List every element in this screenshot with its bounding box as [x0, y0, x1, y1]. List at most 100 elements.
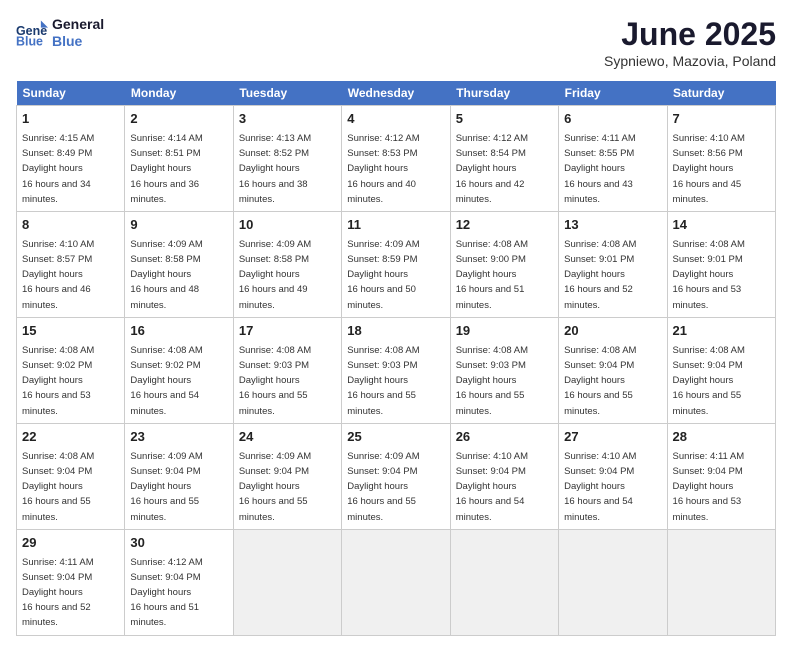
day-info: Sunrise: 4:15 AMSunset: 8:49 PMDaylight …: [22, 133, 94, 205]
day-info: Sunrise: 4:12 AMSunset: 8:54 PMDaylight …: [456, 133, 528, 205]
calendar-day-cell: 23Sunrise: 4:09 AMSunset: 9:04 PMDayligh…: [125, 423, 233, 529]
weekday-header: Tuesday: [233, 81, 341, 106]
calendar-day-cell: 26 Sunrise: 4:10 AMSunset: 9:04 PMDayligh…: [450, 423, 558, 529]
calendar-day-cell: 27Sunrise: 4:10 AMSunset: 9:04 PMDayligh…: [559, 423, 667, 529]
day-info: Sunrise: 4:12 AMSunset: 9:04 PMDaylight …: [130, 557, 202, 629]
weekday-header-row: SundayMondayTuesdayWednesdayThursdayFrid…: [17, 81, 776, 106]
month-title: June 2025: [604, 16, 776, 53]
day-info: Sunrise: 4:08 AMSunset: 9:02 PMDaylight …: [130, 345, 202, 417]
day-info: Sunrise: 4:09 AMSunset: 9:04 PMDaylight …: [130, 451, 202, 523]
svg-text:Blue: Blue: [16, 34, 43, 48]
day-number: 24: [239, 428, 336, 447]
day-info: Sunrise: 4:11 AMSunset: 9:04 PMDaylight …: [22, 557, 94, 629]
weekday-header: Wednesday: [342, 81, 450, 106]
day-info: Sunrise: 4:12 AMSunset: 8:53 PMDaylight …: [347, 133, 419, 205]
calendar-week-row: 1 Sunrise: 4:15 AMSunset: 8:49 PMDaylight…: [17, 106, 776, 212]
calendar-day-cell: 4Sunrise: 4:12 AMSunset: 8:53 PMDaylight…: [342, 106, 450, 212]
page-header: General Blue General Blue June 2025 Sypn…: [16, 16, 776, 69]
day-info: Sunrise: 4:11 AMSunset: 8:55 PMDaylight …: [564, 133, 636, 205]
calendar-day-cell: 12 Sunrise: 4:08 AMSunset: 9:00 PMDayligh…: [450, 211, 558, 317]
calendar-day-cell: [342, 529, 450, 635]
calendar-day-cell: 28Sunrise: 4:11 AMSunset: 9:04 PMDayligh…: [667, 423, 775, 529]
calendar-day-cell: 17Sunrise: 4:08 AMSunset: 9:03 PMDayligh…: [233, 317, 341, 423]
weekday-header: Thursday: [450, 81, 558, 106]
day-number: 8: [22, 216, 119, 235]
calendar-table: SundayMondayTuesdayWednesdayThursdayFrid…: [16, 81, 776, 636]
day-number: 6: [564, 110, 661, 129]
day-number: 25: [347, 428, 444, 447]
calendar-day-cell: 8 Sunrise: 4:10 AMSunset: 8:57 PMDaylight…: [17, 211, 125, 317]
day-number: 1: [22, 110, 119, 129]
calendar-day-cell: 13Sunrise: 4:08 AMSunset: 9:01 PMDayligh…: [559, 211, 667, 317]
calendar-day-cell: 9 Sunrise: 4:09 AMSunset: 8:58 PMDaylight…: [125, 211, 233, 317]
day-number: 16: [130, 322, 227, 341]
day-number: 12: [456, 216, 553, 235]
day-info: Sunrise: 4:09 AMSunset: 8:58 PMDaylight …: [239, 239, 311, 311]
calendar-day-cell: 30 Sunrise: 4:12 AMSunset: 9:04 PMDayligh…: [125, 529, 233, 635]
calendar-day-cell: 1 Sunrise: 4:15 AMSunset: 8:49 PMDaylight…: [17, 106, 125, 212]
day-info: Sunrise: 4:09 AMSunset: 8:58 PMDaylight …: [130, 239, 202, 311]
day-number: 5: [456, 110, 553, 129]
calendar-week-row: 29 Sunrise: 4:11 AMSunset: 9:04 PMDayligh…: [17, 529, 776, 635]
calendar-week-row: 22 Sunrise: 4:08 AMSunset: 9:04 PMDayligh…: [17, 423, 776, 529]
calendar-week-row: 15 Sunrise: 4:08 AMSunset: 9:02 PMDayligh…: [17, 317, 776, 423]
day-number: 7: [673, 110, 770, 129]
calendar-day-cell: 24 Sunrise: 4:09 AMSunset: 9:04 PMDayligh…: [233, 423, 341, 529]
calendar-day-cell: 15 Sunrise: 4:08 AMSunset: 9:02 PMDayligh…: [17, 317, 125, 423]
title-block: June 2025 Sypniewo, Mazovia, Poland: [604, 16, 776, 69]
calendar-day-cell: 19 Sunrise: 4:08 AMSunset: 9:03 PMDayligh…: [450, 317, 558, 423]
day-info: Sunrise: 4:14 AMSunset: 8:51 PMDaylight …: [130, 133, 202, 205]
day-number: 28: [673, 428, 770, 447]
weekday-header: Monday: [125, 81, 233, 106]
calendar-day-cell: [233, 529, 341, 635]
location-subtitle: Sypniewo, Mazovia, Poland: [604, 53, 776, 69]
day-info: Sunrise: 4:08 AMSunset: 9:00 PMDaylight …: [456, 239, 528, 311]
day-info: Sunrise: 4:10 AMSunset: 8:56 PMDaylight …: [673, 133, 745, 205]
day-number: 11: [347, 216, 444, 235]
day-info: Sunrise: 4:08 AMSunset: 9:04 PMDaylight …: [673, 345, 745, 417]
day-number: 9: [130, 216, 227, 235]
day-info: Sunrise: 4:08 AMSunset: 9:03 PMDaylight …: [347, 345, 419, 417]
calendar-day-cell: 3Sunrise: 4:13 AMSunset: 8:52 PMDaylight…: [233, 106, 341, 212]
day-info: Sunrise: 4:08 AMSunset: 9:04 PMDaylight …: [22, 451, 94, 523]
calendar-day-cell: 7 Sunrise: 4:10 AMSunset: 8:56 PMDaylight…: [667, 106, 775, 212]
day-number: 29: [22, 534, 119, 553]
day-info: Sunrise: 4:10 AMSunset: 8:57 PMDaylight …: [22, 239, 94, 311]
calendar-day-cell: 21 Sunrise: 4:08 AMSunset: 9:04 PMDayligh…: [667, 317, 775, 423]
calendar-day-cell: 18 Sunrise: 4:08 AMSunset: 9:03 PMDayligh…: [342, 317, 450, 423]
day-number: 18: [347, 322, 444, 341]
day-number: 22: [22, 428, 119, 447]
logo-icon: General Blue: [16, 17, 48, 49]
day-info: Sunrise: 4:09 AMSunset: 8:59 PMDaylight …: [347, 239, 419, 311]
calendar-day-cell: [450, 529, 558, 635]
day-info: Sunrise: 4:10 AMSunset: 9:04 PMDaylight …: [456, 451, 528, 523]
calendar-day-cell: 22 Sunrise: 4:08 AMSunset: 9:04 PMDayligh…: [17, 423, 125, 529]
calendar-day-cell: 25Sunrise: 4:09 AMSunset: 9:04 PMDayligh…: [342, 423, 450, 529]
calendar-day-cell: 14Sunrise: 4:08 AMSunset: 9:01 PMDayligh…: [667, 211, 775, 317]
day-number: 26: [456, 428, 553, 447]
weekday-header: Friday: [559, 81, 667, 106]
calendar-day-cell: 20Sunrise: 4:08 AMSunset: 9:04 PMDayligh…: [559, 317, 667, 423]
day-info: Sunrise: 4:10 AMSunset: 9:04 PMDaylight …: [564, 451, 636, 523]
day-number: 10: [239, 216, 336, 235]
calendar-day-cell: 5 Sunrise: 4:12 AMSunset: 8:54 PMDaylight…: [450, 106, 558, 212]
calendar-week-row: 8 Sunrise: 4:10 AMSunset: 8:57 PMDaylight…: [17, 211, 776, 317]
calendar-day-cell: [667, 529, 775, 635]
day-info: Sunrise: 4:08 AMSunset: 9:04 PMDaylight …: [564, 345, 636, 417]
logo-line1: General: [52, 16, 104, 33]
day-info: Sunrise: 4:08 AMSunset: 9:02 PMDaylight …: [22, 345, 94, 417]
calendar-day-cell: 11 Sunrise: 4:09 AMSunset: 8:59 PMDayligh…: [342, 211, 450, 317]
day-number: 15: [22, 322, 119, 341]
day-number: 3: [239, 110, 336, 129]
day-number: 19: [456, 322, 553, 341]
calendar-day-cell: 6 Sunrise: 4:11 AMSunset: 8:55 PMDaylight…: [559, 106, 667, 212]
day-info: Sunrise: 4:08 AMSunset: 9:01 PMDaylight …: [673, 239, 745, 311]
day-info: Sunrise: 4:08 AMSunset: 9:03 PMDaylight …: [456, 345, 528, 417]
day-info: Sunrise: 4:09 AMSunset: 9:04 PMDaylight …: [239, 451, 311, 523]
calendar-day-cell: 10 Sunrise: 4:09 AMSunset: 8:58 PMDayligh…: [233, 211, 341, 317]
day-number: 30: [130, 534, 227, 553]
calendar-day-cell: 29 Sunrise: 4:11 AMSunset: 9:04 PMDayligh…: [17, 529, 125, 635]
day-info: Sunrise: 4:08 AMSunset: 9:01 PMDaylight …: [564, 239, 636, 311]
weekday-header: Saturday: [667, 81, 775, 106]
day-number: 21: [673, 322, 770, 341]
